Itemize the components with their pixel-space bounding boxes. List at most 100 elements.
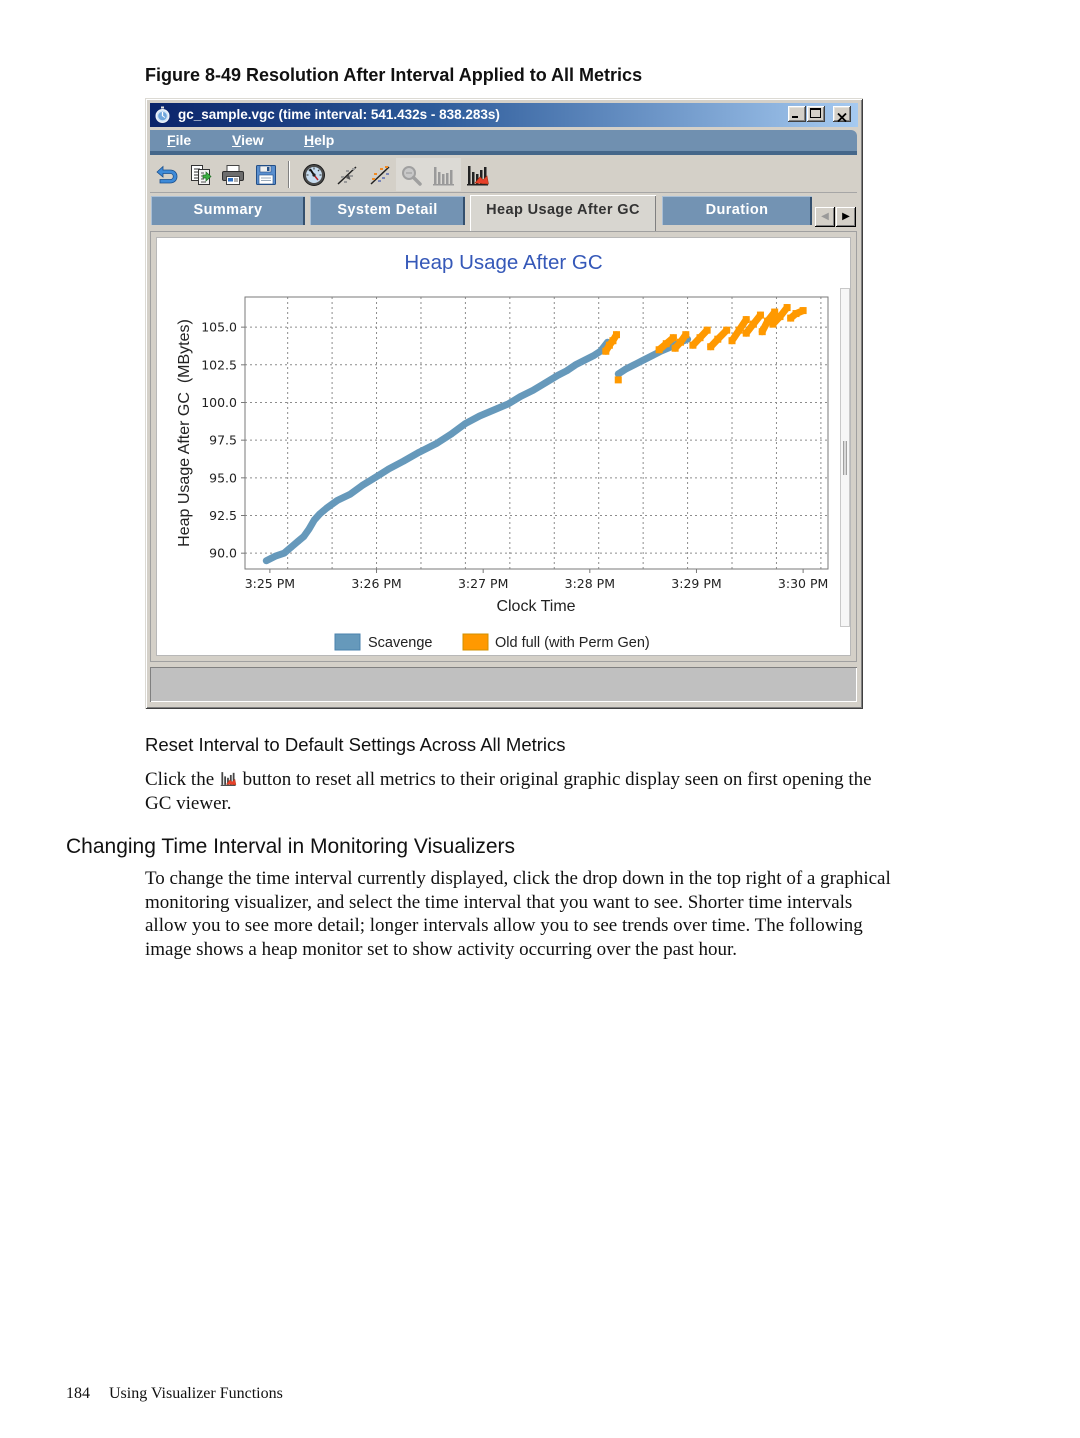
scavenge-point bbox=[263, 558, 269, 564]
chart-scrollbar[interactable] bbox=[840, 288, 850, 627]
old-full-point bbox=[742, 316, 750, 324]
title-bar[interactable]: gc_sample.vgc (time interval: 541.432s -… bbox=[150, 103, 858, 127]
legend: Scavenge Old full (with Perm Gen) bbox=[334, 633, 650, 651]
y-tick-label: 100.0 bbox=[201, 395, 237, 410]
scavenge-point bbox=[359, 482, 365, 488]
x-tick-label: 3:30 PM bbox=[778, 576, 828, 591]
scavenge-point bbox=[631, 362, 637, 368]
scavenge-point bbox=[272, 553, 278, 559]
save-icon bbox=[254, 163, 278, 187]
scavenge-point bbox=[518, 393, 524, 399]
magnifier-button[interactable] bbox=[399, 163, 423, 187]
save-button[interactable] bbox=[254, 163, 278, 187]
legend-swatch-scavenge bbox=[334, 633, 361, 651]
old-full-point bbox=[714, 335, 722, 343]
scavenge-point bbox=[564, 368, 570, 374]
menu-file[interactable]: File bbox=[167, 132, 191, 149]
print-button[interactable] bbox=[221, 163, 245, 187]
scavenge-point bbox=[301, 534, 307, 540]
scavenge-point bbox=[311, 517, 317, 523]
arrow-right-icon: ▶ bbox=[842, 211, 850, 222]
old-full-point bbox=[756, 311, 764, 319]
scavenge-point bbox=[400, 458, 406, 464]
paragraph-line: To change the time interval currently di… bbox=[145, 868, 891, 889]
paragraph-line: allow you to see more detail; longer int… bbox=[145, 915, 863, 937]
scavenge-point bbox=[505, 401, 511, 407]
scavenge-point bbox=[622, 366, 628, 372]
old-full-point bbox=[792, 310, 800, 318]
tab-duration[interactable]: Duration bbox=[662, 196, 812, 225]
old-full-point bbox=[671, 344, 679, 352]
y-tick-label: 97.5 bbox=[209, 433, 237, 448]
menu-view[interactable]: View bbox=[232, 132, 264, 149]
tab-scroll-left-button[interactable]: ◀ bbox=[815, 207, 835, 227]
reset-metrics-icon bbox=[220, 770, 237, 787]
scavenge-point bbox=[615, 371, 621, 377]
window-title: gc_sample.vgc (time interval: 541.432s -… bbox=[178, 107, 500, 122]
scavenge-point bbox=[573, 362, 579, 368]
scavenge-point bbox=[288, 544, 294, 550]
gauge-icon bbox=[302, 163, 326, 187]
maximize-icon bbox=[810, 108, 821, 118]
y-tick-label: 105.0 bbox=[201, 320, 237, 335]
export-button[interactable] bbox=[189, 163, 213, 187]
tab-system-detail[interactable]: System Detail bbox=[310, 196, 465, 225]
arrow-left-icon: ◀ bbox=[821, 211, 829, 222]
tab-scroll-right-button[interactable]: ▶ bbox=[836, 207, 856, 227]
tab-heap-usage-after-gc[interactable]: Heap Usage After GC bbox=[470, 195, 656, 231]
x-axis: 3:25 PM 3:26 PM 3:27 PM 3:28 PM 3:29 PM 3:30 … bbox=[245, 569, 828, 591]
old-full-point bbox=[728, 337, 736, 345]
gc-viewer-window: gc_sample.vgc (time interval: 541.432s -… bbox=[145, 98, 863, 709]
old-full-point bbox=[696, 334, 704, 342]
scatter-color-button[interactable] bbox=[368, 163, 392, 187]
export-icon bbox=[189, 163, 213, 187]
reset-instructions-line: Click the button to reset all metrics to… bbox=[145, 768, 872, 792]
reset-text-after-icon: button to reset all metrics to their ori… bbox=[237, 769, 872, 790]
figure-caption: Figure 8-49 Resolution After Interval Ap… bbox=[145, 65, 643, 85]
old-full-point bbox=[662, 340, 670, 348]
y-axis: 90.0 92.5 95.0 97.5 100.0 102.5 105.0 bbox=[201, 320, 245, 561]
scavenge-point bbox=[347, 491, 353, 497]
scatter-zoom-icon bbox=[335, 163, 359, 187]
scavenge-point bbox=[597, 348, 603, 354]
undo-button[interactable] bbox=[155, 163, 179, 187]
status-bar bbox=[150, 667, 857, 702]
page-number: 184 bbox=[66, 1385, 90, 1402]
close-button[interactable] bbox=[833, 106, 851, 123]
scavenge-point bbox=[334, 497, 340, 503]
reset-instructions: Click the button to reset all metrics to… bbox=[145, 768, 872, 815]
x-tick-label: 3:25 PM bbox=[245, 576, 295, 591]
print-icon bbox=[221, 163, 245, 187]
scavenge-point bbox=[372, 475, 378, 481]
legend-label-old-full: Old full (with Perm Gen) bbox=[495, 635, 650, 651]
time-interval-paragraph: To change the time interval currently di… bbox=[145, 867, 891, 961]
old-full-point bbox=[769, 320, 777, 328]
old-full-point bbox=[723, 326, 731, 334]
old-full-point bbox=[669, 334, 677, 342]
scavenge-point bbox=[477, 413, 483, 419]
old-full-point bbox=[676, 338, 684, 346]
tab-summary[interactable]: Summary bbox=[151, 196, 305, 225]
menu-help[interactable]: Help bbox=[304, 132, 334, 149]
scavenge-point bbox=[640, 357, 646, 363]
reset-metrics-button[interactable] bbox=[466, 163, 490, 187]
bar-chart-button[interactable] bbox=[432, 163, 456, 187]
old-full-point bbox=[776, 313, 784, 321]
minimize-button[interactable] bbox=[788, 106, 806, 122]
scavenge-point bbox=[281, 550, 287, 556]
reset-instructions-line: GC viewer. bbox=[145, 792, 232, 814]
scavenge-point bbox=[324, 505, 330, 511]
maximize-button[interactable] bbox=[807, 106, 825, 122]
y-tick-label: 95.0 bbox=[209, 470, 237, 485]
y-axis-label: Heap Usage After GC (MBytes) bbox=[176, 319, 193, 547]
footer-section-title: Using Visualizer Functions bbox=[109, 1385, 283, 1402]
scavenge-point bbox=[416, 449, 422, 455]
scatter-zoom-button[interactable] bbox=[335, 163, 359, 187]
chart-scrollbar-thumb[interactable] bbox=[843, 441, 847, 475]
scavenge-point bbox=[491, 407, 497, 413]
scavenge-point bbox=[590, 353, 596, 359]
gauge-button[interactable] bbox=[302, 163, 326, 187]
reset-metrics-icon bbox=[466, 163, 490, 187]
section-heading: Changing Time Interval in Monitoring Vis… bbox=[66, 835, 515, 858]
y-tick-label: 92.5 bbox=[209, 508, 237, 523]
